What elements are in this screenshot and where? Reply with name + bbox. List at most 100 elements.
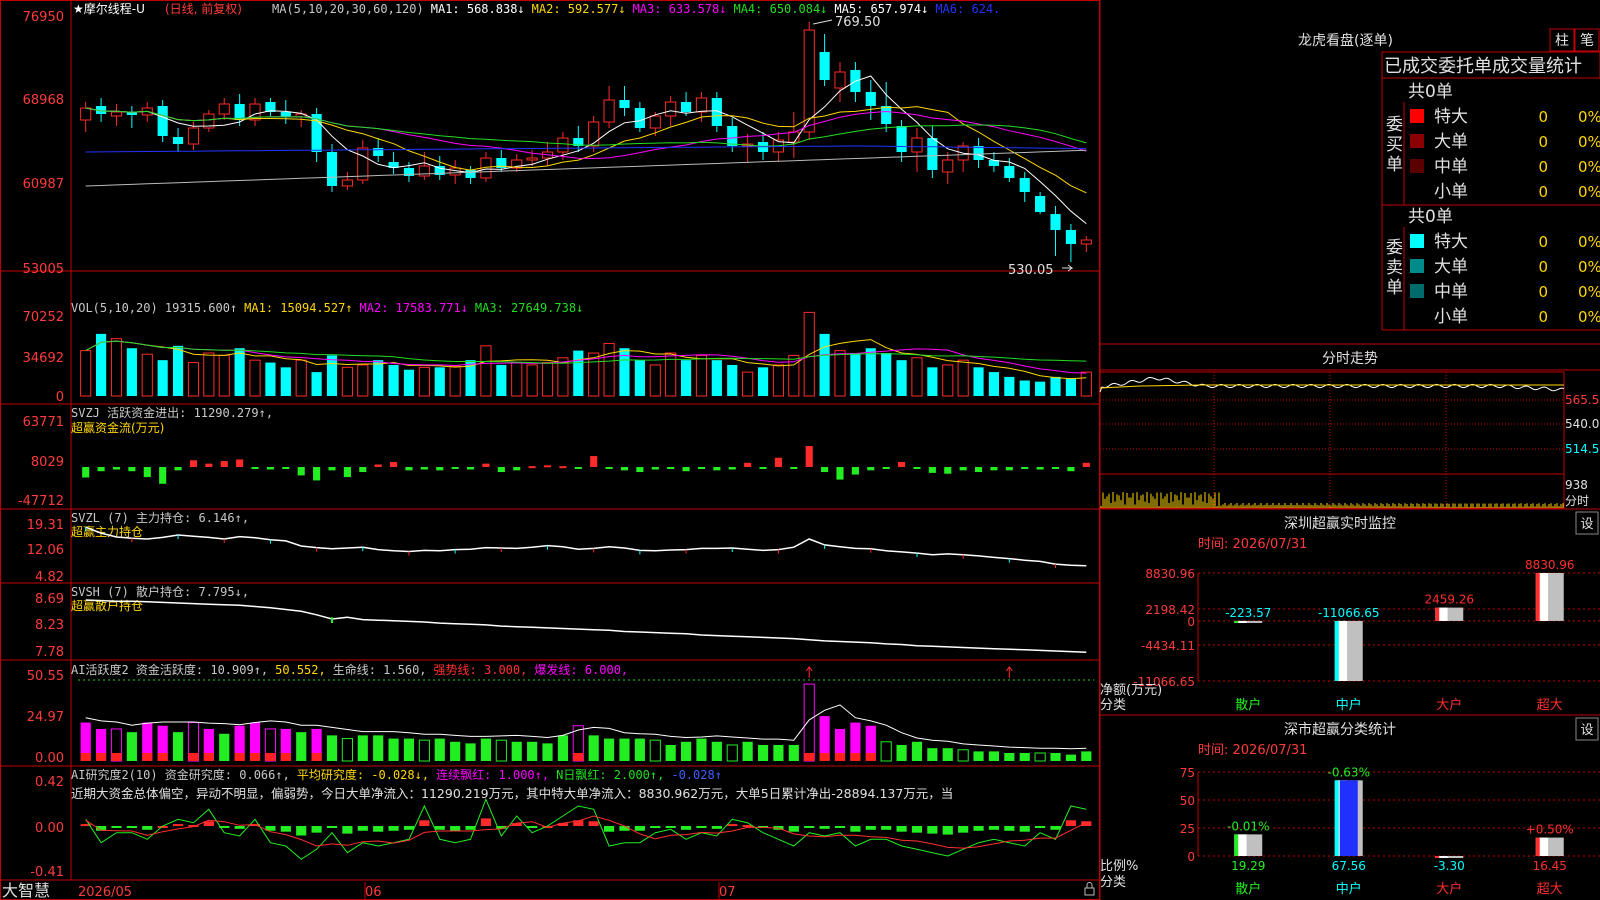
svzl-header: SVZL (7) 主力持仓: 6.146↑, — [71, 510, 249, 525]
tick-mode-button[interactable]: 笔 — [1574, 28, 1600, 52]
volume-bar — [203, 352, 215, 397]
header-value: N日飘红: 2.000↑, — [556, 767, 664, 782]
ytick-label: 8.23 — [35, 618, 64, 633]
research-bar — [111, 826, 122, 828]
activity-bar — [696, 738, 707, 761]
ai1-plot[interactable] — [78, 666, 1094, 762]
ytick-label: 0 — [56, 390, 64, 405]
category-name: 小单 — [1434, 307, 1468, 327]
ai1-header: AI活跃度2 资金活跃度: 10.909↑, 50.552, 生命线: 1.560,… — [71, 662, 628, 677]
ytick-label: 50.55 — [27, 669, 64, 684]
fund-flow-bar — [790, 467, 798, 469]
category-swatch — [1410, 234, 1424, 248]
volume-bar — [218, 354, 230, 397]
volume-bar — [727, 364, 738, 396]
lock-icon[interactable] — [1084, 882, 1095, 896]
ai2-plot[interactable] — [80, 797, 1092, 860]
fenshi-plot[interactable] — [1099, 376, 1565, 508]
fund-flow-bar — [374, 464, 382, 467]
classstat-settings-button[interactable]: 设 — [1575, 717, 1599, 741]
activity-bar-base — [834, 753, 846, 761]
candle-body — [680, 102, 692, 112]
svsh-header: SVSH (7) 散户持仓: 7.795↓, — [71, 584, 249, 599]
activity-bar-base — [311, 753, 322, 761]
ytick-label: -0.41 — [30, 865, 64, 880]
fund-flow-bar — [728, 467, 736, 470]
activity-bar-base — [804, 753, 815, 761]
volume-bar — [141, 353, 153, 397]
activity-bar-base — [111, 753, 122, 761]
research-bar — [604, 826, 615, 832]
volume-bar — [265, 362, 276, 396]
kline-plot[interactable] — [80, 19, 1092, 272]
svzl-plot[interactable] — [85, 526, 1087, 569]
candle-body — [465, 170, 476, 178]
activity-bar — [341, 738, 353, 762]
volume-bar — [742, 371, 754, 397]
fund-flow-bar — [1005, 467, 1013, 471]
research-bar — [434, 826, 445, 830]
volume-bar — [172, 345, 184, 396]
candle-body — [326, 152, 338, 186]
volume-bar — [434, 367, 445, 396]
fenshi-avg-line — [1099, 384, 1564, 389]
category-bar-edge — [1535, 837, 1540, 856]
activity-bar — [973, 751, 984, 761]
activity-bar — [1019, 752, 1030, 761]
svsh-plot[interactable] — [85, 599, 1087, 653]
candle-body — [665, 101, 677, 117]
candle-body — [942, 159, 954, 173]
volume-bar — [480, 345, 492, 397]
fund-flow-bar — [990, 467, 998, 471]
svzl-subtitle: 超赢主力持仓 — [71, 524, 143, 539]
volume-bar — [1065, 378, 1076, 396]
signal-arrow — [805, 666, 813, 678]
vol-plot[interactable] — [80, 311, 1092, 397]
fenshi-vol-tick: 938 — [1565, 478, 1588, 492]
activity-bar-base — [573, 753, 584, 761]
realtime-settings-button[interactable]: 设 — [1575, 511, 1599, 535]
svg-text:设: 设 — [1580, 723, 1593, 738]
ytick-label: 0 — [1187, 615, 1195, 629]
fund-flow-bar — [651, 467, 659, 470]
ytick-label: 0.00 — [35, 751, 64, 766]
fund-flow-bar — [620, 467, 629, 471]
lhkp-title: 龙虎看盘(逐单) — [1298, 32, 1393, 49]
activity-bar — [388, 738, 399, 761]
category-bar-edge — [1535, 573, 1540, 621]
buy-rows: 特大 0 0% 大单 0 0% 中单 0 0% 小单 0 0% — [1410, 107, 1600, 202]
research-bar — [1004, 826, 1015, 831]
sell-total: 共0单 — [1408, 207, 1453, 227]
activity-bar-base — [203, 753, 214, 761]
research-bar — [388, 826, 399, 831]
category-swatch — [1410, 259, 1424, 273]
bar-mode-button[interactable]: 柱 — [1549, 28, 1575, 52]
fund-flow-bar — [451, 467, 459, 469]
header-value: SVSH (7) 散户持仓: 7.795↓, — [71, 584, 249, 599]
activity-bar — [1065, 754, 1076, 761]
svg-text:笔: 笔 — [1580, 33, 1594, 49]
category-swatch — [1410, 284, 1424, 298]
fund-flow-bar — [574, 467, 582, 469]
candle-body — [187, 127, 200, 145]
fund-flow-bar — [205, 463, 213, 467]
classstat-bar-chart[interactable]: 75 50 25 0 -0.01% 19.29 散户 -0.63% 67.56 中户 -3.30 大户… — [1180, 765, 1600, 897]
ytick-label: 50 — [1180, 794, 1195, 808]
research-bar — [788, 826, 799, 832]
realtime-bar-chart[interactable]: 8830.962198.420-4434.11-11066.65-223.57散… — [1133, 558, 1600, 713]
activity-bar — [403, 738, 415, 761]
candle-body — [110, 111, 123, 117]
header-value: -0.028↑ — [671, 768, 722, 782]
fund-flow-bar — [405, 467, 413, 471]
volume-bar — [881, 353, 892, 396]
fund-flow-bar — [436, 467, 444, 471]
header-value: MA3: 27649.738↓ — [475, 301, 583, 315]
volume-bar — [634, 360, 645, 396]
activity-bar — [604, 738, 615, 761]
category-value: 0 — [1538, 258, 1548, 276]
volume-bar — [695, 354, 708, 397]
research-bar — [326, 826, 338, 828]
category-percent: 0% — [1578, 158, 1600, 176]
svzj-plot[interactable] — [82, 446, 1090, 484]
candle-body — [1080, 239, 1092, 245]
